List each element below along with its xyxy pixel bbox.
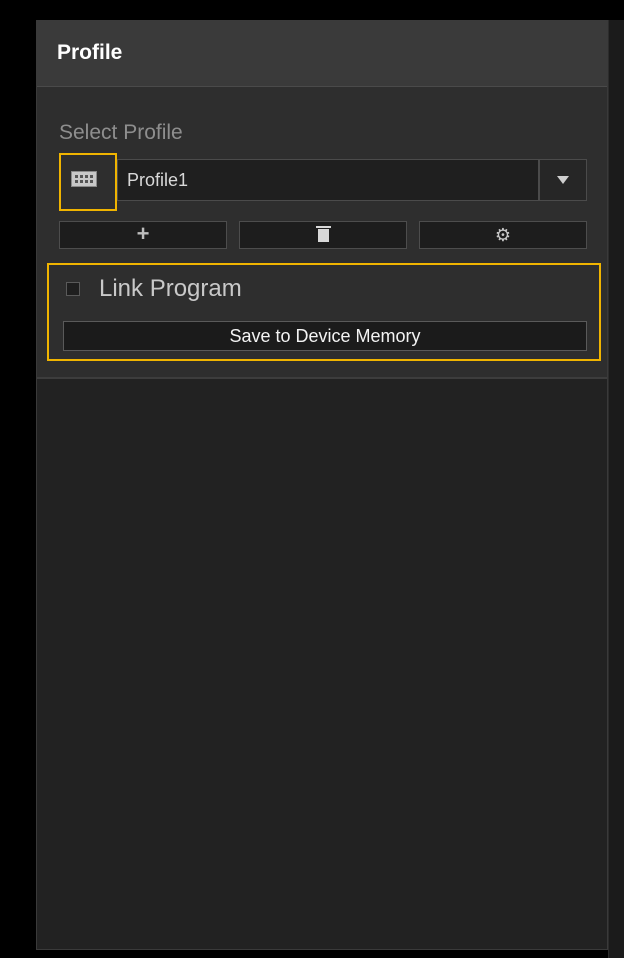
profile-dropdown-button[interactable]	[539, 159, 587, 201]
delete-profile-button[interactable]	[239, 221, 407, 249]
device-type-button[interactable]	[59, 153, 117, 211]
chevron-down-icon	[557, 176, 569, 184]
panel-header: Profile	[37, 21, 607, 87]
plus-icon: +	[136, 221, 150, 246]
keyboard-icon	[71, 171, 97, 187]
link-program-label[interactable]: Link Program	[99, 275, 242, 303]
add-profile-button[interactable]: +	[59, 221, 227, 249]
link-program-checkbox[interactable]	[66, 282, 80, 296]
panel-title: Profile	[57, 41, 123, 64]
profile-select[interactable]: Profile1	[117, 159, 539, 201]
profile-panel: Profile Select Profile Profile1 + ⚙ Link…	[36, 20, 608, 950]
profile-section: Select Profile Profile1 + ⚙ Link Program…	[37, 87, 607, 379]
right-edge-panel	[608, 20, 624, 958]
save-to-device-memory-button[interactable]: Save to Device Memory	[63, 321, 587, 351]
gear-icon: ⚙	[494, 225, 512, 245]
profile-content-area	[37, 379, 607, 949]
profile-select-value: Profile1	[127, 170, 189, 190]
select-profile-label: Select Profile	[59, 121, 183, 144]
profile-settings-button[interactable]: ⚙	[419, 221, 587, 249]
trash-icon	[316, 226, 331, 242]
link-program-group: Link Program Save to Device Memory	[47, 263, 601, 361]
